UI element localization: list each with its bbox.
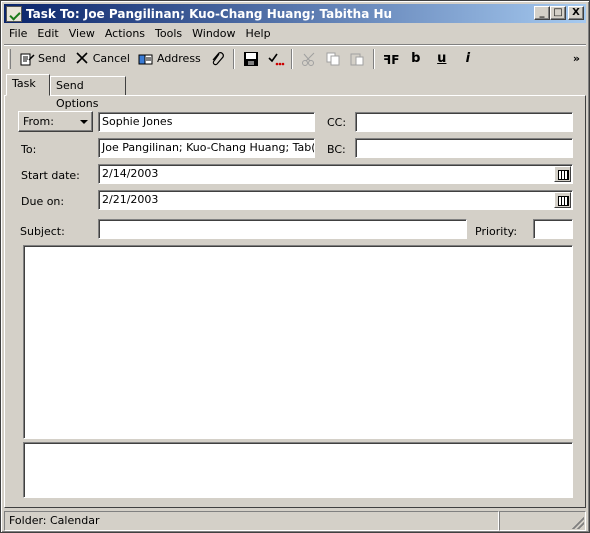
svg-text:ꟻF: ꟻF [383, 53, 399, 67]
start-date-label: Start date: [21, 169, 80, 182]
check-names-icon [267, 51, 285, 67]
toolbar-separator [290, 48, 293, 69]
scissors-icon [301, 51, 317, 67]
tab-send-options[interactable]: Send Options [50, 76, 126, 110]
close-button[interactable]: X [568, 6, 584, 20]
standard-toolbar: Send Cancel Address ꟻF b u i » [4, 44, 586, 72]
send-label: Send [38, 52, 66, 65]
start-date-field[interactable]: 2/14/2003 [98, 164, 573, 184]
subject-field[interactable] [98, 219, 467, 239]
resize-grip-icon[interactable] [572, 517, 584, 529]
status-bar: Folder: Calendar [4, 511, 586, 531]
task-app-icon[interactable] [6, 5, 22, 22]
check-names-button[interactable] [263, 48, 287, 70]
underline-button[interactable]: u [429, 48, 455, 70]
bold-button[interactable]: b [403, 48, 429, 70]
font-button[interactable]: ꟻF [379, 48, 403, 70]
cancel-x-icon [74, 51, 90, 67]
toolbar-separator [232, 48, 235, 69]
title-bar[interactable]: Task To: Joe Pangilinan; Kuo-Chang Huang… [4, 4, 586, 23]
menu-edit[interactable]: Edit [32, 27, 63, 40]
task-tab-page: From: Sophie Jones CC: To: Joe Pangilina… [4, 95, 586, 508]
maximize-button[interactable]: □ [550, 6, 566, 20]
task-window: Task To: Joe Pangilinan; Kuo-Chang Huang… [0, 0, 590, 533]
menu-actions[interactable]: Actions [100, 27, 150, 40]
window-title: Task To: Joe Pangilinan; Kuo-Chang Huang… [26, 6, 393, 21]
menu-window[interactable]: Window [187, 27, 240, 40]
toolbar-overflow-chevron-icon[interactable]: » [573, 52, 580, 65]
tab-strip: Task Send Options [4, 74, 586, 110]
due-on-label: Due on: [21, 195, 65, 208]
attach-file-button[interactable] [205, 48, 229, 70]
to-label: To: [21, 143, 37, 156]
bold-icon: b [411, 51, 421, 66]
tab-task[interactable]: Task [6, 74, 50, 96]
due-on-value: 2/21/2003 [102, 193, 159, 206]
copy-icon [325, 51, 341, 67]
to-field[interactable]: Joe Pangilinan; Kuo-Chang Huang; Tab(...… [98, 138, 315, 158]
due-on-calendar-icon[interactable] [554, 192, 571, 208]
priority-field[interactable] [533, 219, 573, 239]
menu-bar: File Edit View Actions Tools Window Help [4, 24, 586, 42]
font-icon: ꟻF [383, 51, 399, 67]
italic-button[interactable]: i [455, 48, 481, 70]
paperclip-icon [209, 51, 225, 67]
task-body-editor[interactable] [23, 245, 573, 439]
italic-icon: i [465, 51, 471, 66]
cc-field[interactable] [355, 112, 573, 132]
copy-button[interactable] [321, 48, 345, 70]
cut-button[interactable] [297, 48, 321, 70]
bc-field[interactable] [355, 138, 573, 158]
start-date-calendar-icon[interactable] [554, 166, 571, 182]
from-button[interactable]: From: [18, 111, 93, 132]
cancel-button[interactable]: Cancel [70, 48, 134, 70]
status-folder: Folder: Calendar [4, 511, 499, 531]
notes-area[interactable] [23, 442, 573, 498]
menu-tools[interactable]: Tools [150, 27, 187, 40]
address-book-icon [138, 51, 154, 67]
cancel-label: Cancel [92, 52, 130, 65]
chevron-down-icon [80, 119, 88, 124]
bc-label: BC: [327, 143, 346, 156]
address-label: Address [156, 52, 201, 65]
subject-label: Subject: [20, 225, 65, 238]
toolbar-separator [372, 48, 375, 69]
due-on-field[interactable]: 2/21/2003 [98, 190, 573, 210]
floppy-disk-icon [243, 51, 259, 67]
toolbar-grip[interactable] [8, 48, 11, 69]
menu-view[interactable]: View [64, 27, 100, 40]
priority-label: Priority: [475, 225, 518, 238]
minimize-button[interactable]: _ [534, 6, 550, 20]
address-book-button[interactable]: Address [134, 48, 205, 70]
start-date-value: 2/14/2003 [102, 167, 159, 180]
from-field[interactable]: Sophie Jones [98, 112, 315, 132]
menu-help[interactable]: Help [241, 27, 276, 40]
send-button[interactable]: Send [15, 48, 70, 70]
underline-icon: u [437, 51, 447, 66]
paste-button[interactable] [345, 48, 369, 70]
from-button-label: From: [23, 115, 54, 128]
cc-label: CC: [327, 116, 347, 129]
save-button[interactable] [239, 48, 263, 70]
window-controls: _ □ X [534, 6, 584, 20]
paste-icon [349, 51, 365, 67]
send-icon [19, 51, 35, 67]
menu-file[interactable]: File [4, 27, 32, 40]
